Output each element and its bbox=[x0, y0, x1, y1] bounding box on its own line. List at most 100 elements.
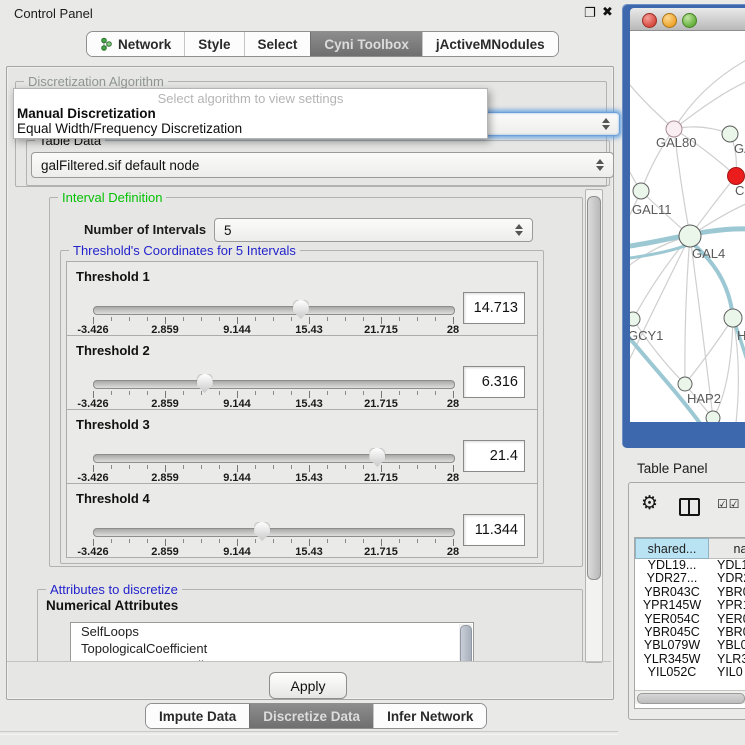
threshold-value-field[interactable]: 11.344 bbox=[463, 514, 525, 546]
tab-select[interactable]: Select bbox=[244, 32, 311, 56]
select-columns-icon[interactable]: ☑☑ bbox=[717, 497, 741, 511]
tab-infer-network[interactable]: Infer Network bbox=[373, 704, 486, 728]
tab-label: Select bbox=[258, 37, 298, 52]
network-edge[interactable] bbox=[685, 318, 733, 384]
number-of-intervals-combo[interactable]: 5 bbox=[214, 218, 533, 242]
table-cell[interactable]: YER054C bbox=[635, 613, 709, 626]
network-node[interactable] bbox=[724, 309, 742, 327]
table-horizontal-scrollbar[interactable] bbox=[635, 690, 745, 704]
table-panel-title: Table Panel bbox=[637, 461, 708, 476]
table-cell[interactable]: YER0 bbox=[717, 613, 745, 626]
tab-label: jActiveMNodules bbox=[436, 37, 545, 52]
column-header-selected[interactable]: shared... bbox=[635, 538, 709, 559]
tab-label: Cyni Toolbox bbox=[324, 37, 409, 52]
tab-network[interactable]: Network bbox=[87, 32, 184, 56]
interval-definition-title: Interval Definition bbox=[58, 190, 166, 205]
table-cell[interactable]: YBL0 bbox=[717, 639, 745, 652]
threshold-label: Threshold 2 bbox=[76, 343, 150, 358]
close-icon[interactable]: ✖ bbox=[602, 4, 613, 20]
settings-scroll-area: Interval Definition Number of Intervals … bbox=[11, 189, 584, 661]
table-cell[interactable]: YDR27... bbox=[635, 572, 709, 585]
attributes-group-title: Attributes to discretize bbox=[46, 582, 182, 597]
table-cell[interactable]: YBR0 bbox=[717, 586, 745, 599]
tab-jactivemnodules[interactable]: jActiveMNodules bbox=[422, 32, 558, 56]
algorithm-dropdown-popup: Select algorithm to view settings Manual… bbox=[13, 88, 488, 139]
control-panel-title: Control Panel bbox=[14, 6, 93, 21]
minimize-traffic-light-icon[interactable] bbox=[662, 13, 677, 28]
network-edge[interactable] bbox=[674, 59, 745, 129]
network-edge[interactable] bbox=[674, 81, 745, 129]
slider-track[interactable] bbox=[93, 380, 455, 389]
table-cell[interactable]: YDL1 bbox=[717, 559, 745, 572]
slider-track[interactable] bbox=[93, 528, 455, 537]
network-node[interactable] bbox=[728, 168, 745, 185]
network-edge[interactable] bbox=[630, 75, 674, 129]
threshold-list: Threshold 1-3.4262.8599.14415.4321.71528… bbox=[66, 262, 538, 558]
zoom-traffic-light-icon[interactable] bbox=[682, 13, 697, 28]
network-node-label: C bbox=[735, 183, 744, 198]
network-node-label: GCY1 bbox=[630, 328, 663, 343]
attributes-group: Attributes to discretize Numerical Attri… bbox=[37, 589, 583, 661]
control-panel-titlebar: Control Panel ❐ ✖ bbox=[0, 0, 618, 26]
close-traffic-light-icon[interactable] bbox=[642, 13, 657, 28]
apply-button[interactable]: Apply bbox=[269, 672, 347, 699]
table-cell[interactable]: YDL19... bbox=[635, 559, 709, 572]
table-cell[interactable]: YPR1 bbox=[717, 599, 745, 612]
apply-row: Apply bbox=[7, 661, 611, 699]
table-cell[interactable]: YBR0 bbox=[717, 626, 745, 639]
attributes-scrollbar-thumb[interactable] bbox=[460, 625, 472, 661]
network-node[interactable] bbox=[722, 126, 738, 142]
network-node[interactable] bbox=[630, 312, 640, 326]
numerical-attributes-list[interactable]: SelfLoopsTopologicalCoefficientBetweenne… bbox=[70, 622, 474, 661]
dropdown-option[interactable]: Manual Discretization bbox=[17, 106, 156, 121]
network-edge[interactable] bbox=[685, 236, 690, 384]
table-data-group: Table Data galFiltered.sif default node bbox=[26, 140, 610, 186]
tab-cyni-toolbox[interactable]: Cyni Toolbox bbox=[310, 32, 422, 56]
column-header[interactable]: na bbox=[709, 538, 745, 559]
attributes-scrollbar[interactable] bbox=[459, 624, 472, 661]
tab-discretize-data[interactable]: Discretize Data bbox=[249, 704, 373, 728]
node-table[interactable]: shared...na YDL19...YDL1YDR27...YDR2YBR0… bbox=[634, 537, 745, 709]
network-canvas[interactable]: GAL80GACGAL11GAL4GCY1HHAP2 bbox=[630, 31, 745, 422]
numerical-attributes-label: Numerical Attributes bbox=[46, 598, 178, 613]
table-cell[interactable]: YLR345W bbox=[635, 653, 709, 666]
network-node-label: H bbox=[737, 328, 745, 343]
gear-icon[interactable]: ⚙ bbox=[641, 494, 658, 513]
split-pane-icon[interactable] bbox=[679, 498, 700, 516]
table-cell[interactable]: YLR3 bbox=[717, 653, 745, 666]
dropdown-hint: Select algorithm to view settings bbox=[14, 91, 487, 106]
control-panel-window: Control Panel ❐ ✖ NetworkStyle Select Cyni… bbox=[0, 0, 618, 745]
table-cell[interactable]: YIL052C bbox=[635, 666, 709, 679]
settings-scrollbar[interactable] bbox=[585, 189, 603, 663]
table-cell[interactable]: YBR043C bbox=[635, 586, 709, 599]
threshold-row: Threshold 4-3.4262.8599.14415.4321.71528… bbox=[66, 483, 538, 558]
threshold-value-field[interactable]: 6.316 bbox=[463, 366, 525, 398]
slider-track[interactable] bbox=[93, 454, 455, 463]
attribute-item[interactable]: SelfLoops bbox=[71, 623, 473, 640]
attribute-item[interactable]: TopologicalCoefficient bbox=[71, 640, 473, 657]
discretization-algorithm-group-title: Discretization Algorithm bbox=[24, 74, 168, 89]
table-horizontal-scrollbar-thumb[interactable] bbox=[637, 693, 745, 704]
network-node[interactable] bbox=[679, 225, 701, 247]
threshold-value-field[interactable]: 21.4 bbox=[463, 440, 525, 472]
table-cell[interactable]: YBR045C bbox=[635, 626, 709, 639]
tab-style[interactable]: Style bbox=[184, 32, 243, 56]
float-window-icon[interactable]: ❐ bbox=[584, 5, 596, 21]
network-window-titlebar[interactable] bbox=[630, 8, 745, 31]
tab-impute-data[interactable]: Impute Data bbox=[146, 704, 249, 728]
network-node[interactable] bbox=[706, 411, 720, 422]
settings-scrollbar-thumb[interactable] bbox=[587, 196, 601, 580]
network-icon bbox=[100, 37, 113, 51]
threshold-value-field[interactable]: 14.713 bbox=[463, 292, 525, 324]
table-cell[interactable]: YBL079W bbox=[635, 639, 709, 652]
network-node-label: GAL80 bbox=[656, 135, 696, 150]
dropdown-option[interactable]: Equal Width/Frequency Discretization bbox=[17, 121, 242, 136]
table-cell[interactable]: YIL0 bbox=[717, 666, 743, 679]
table-data-combo[interactable]: galFiltered.sif default node bbox=[31, 152, 614, 178]
table-cell[interactable]: YPR145W bbox=[635, 599, 709, 612]
network-node[interactable] bbox=[678, 377, 692, 391]
number-of-intervals-value: 5 bbox=[224, 223, 232, 238]
network-node[interactable] bbox=[633, 183, 649, 199]
table-cell[interactable]: YDR2 bbox=[717, 572, 745, 585]
slider-track[interactable] bbox=[93, 306, 455, 315]
